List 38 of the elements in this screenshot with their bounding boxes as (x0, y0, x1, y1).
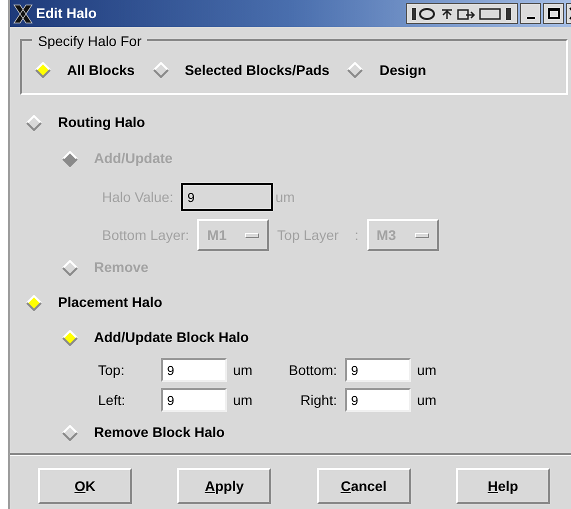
input-field[interactable]: 9 (161, 388, 227, 412)
radio-label: Remove Block Halo (94, 423, 225, 442)
radio-label: Design (379, 60, 426, 80)
dialog-button[interactable]: Cancel (316, 468, 411, 504)
radio-label: Add/Update Block Halo (94, 328, 249, 347)
option-menu-indicator-icon (414, 232, 429, 238)
unit-label: um (232, 390, 252, 410)
unit-label: um (416, 360, 436, 380)
radio-button[interactable] (26, 294, 42, 310)
input-field[interactable]: 9 (345, 388, 411, 412)
field-label: Right: (299, 390, 338, 410)
window-title: Edit Halo (36, 4, 97, 23)
colon-label: : (354, 226, 359, 244)
radio-label: Selected Blocks/Pads (184, 60, 330, 80)
window-tools-icon[interactable] (406, 3, 518, 24)
unit-label: um (232, 360, 252, 380)
radio-button[interactable] (62, 330, 78, 346)
input-field[interactable]: 9 (161, 358, 227, 382)
radio-button[interactable] (347, 62, 364, 78)
radio-label: Routing Halo (58, 113, 146, 132)
minimize-button[interactable] (520, 3, 541, 24)
dialog-button[interactable]: Apply (177, 468, 272, 504)
radio-label: Placement Halo (58, 293, 162, 312)
dialog-button[interactable]: Help (456, 468, 550, 504)
radio-button[interactable] (62, 424, 78, 440)
option-menu-indicator-icon (245, 232, 260, 238)
radio-button[interactable] (152, 62, 169, 78)
field-label: Top: (98, 360, 126, 380)
field-label: Left: (98, 390, 126, 410)
x-logo-icon (12, 2, 34, 24)
radio-button[interactable] (26, 114, 42, 130)
dialog-button[interactable]: OK (38, 468, 132, 504)
input-field[interactable]: 9 (345, 358, 411, 382)
field-label: Bottom: (288, 360, 338, 380)
unit-label: um (416, 390, 436, 410)
radio-label: All Blocks (67, 60, 135, 80)
maximize-button[interactable] (543, 3, 564, 24)
radio-button[interactable] (35, 62, 51, 78)
